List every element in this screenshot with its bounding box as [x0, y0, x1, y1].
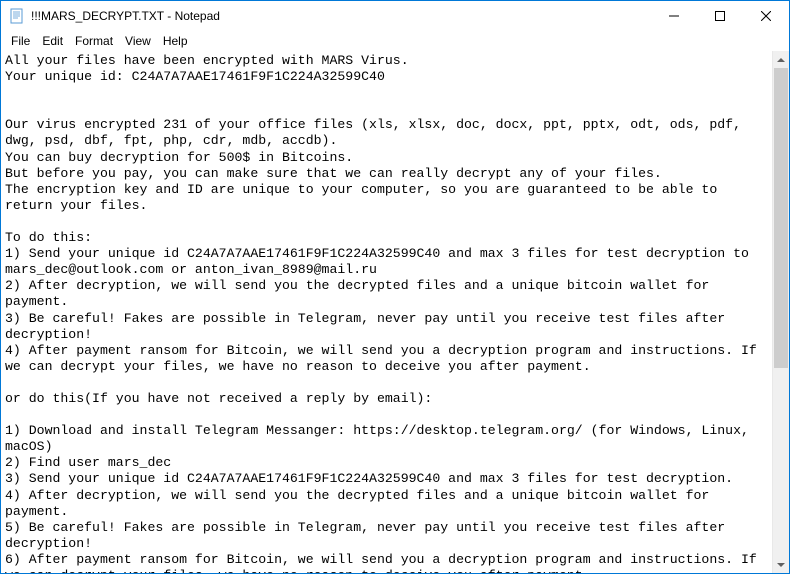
menu-file[interactable]: File [5, 33, 36, 49]
minimize-button[interactable] [651, 1, 697, 31]
close-button[interactable] [743, 1, 789, 31]
scroll-thumb[interactable] [774, 68, 788, 368]
vertical-scrollbar[interactable] [772, 51, 789, 573]
menu-edit[interactable]: Edit [36, 33, 69, 49]
text-editor[interactable]: All your files have been encrypted with … [1, 51, 772, 573]
menu-help[interactable]: Help [157, 33, 194, 49]
menu-format[interactable]: Format [69, 33, 119, 49]
maximize-button[interactable] [697, 1, 743, 31]
menu-view[interactable]: View [119, 33, 157, 49]
notepad-icon [9, 8, 25, 24]
window-controls [651, 1, 789, 31]
notepad-window: !!!MARS_DECRYPT.TXT - Notepad File Edit … [0, 0, 790, 574]
menubar: File Edit Format View Help [1, 31, 789, 51]
window-title: !!!MARS_DECRYPT.TXT - Notepad [31, 9, 651, 23]
scroll-down-arrow[interactable] [773, 556, 789, 573]
scroll-up-arrow[interactable] [773, 51, 789, 68]
titlebar: !!!MARS_DECRYPT.TXT - Notepad [1, 1, 789, 31]
content-area: All your files have been encrypted with … [1, 51, 789, 573]
